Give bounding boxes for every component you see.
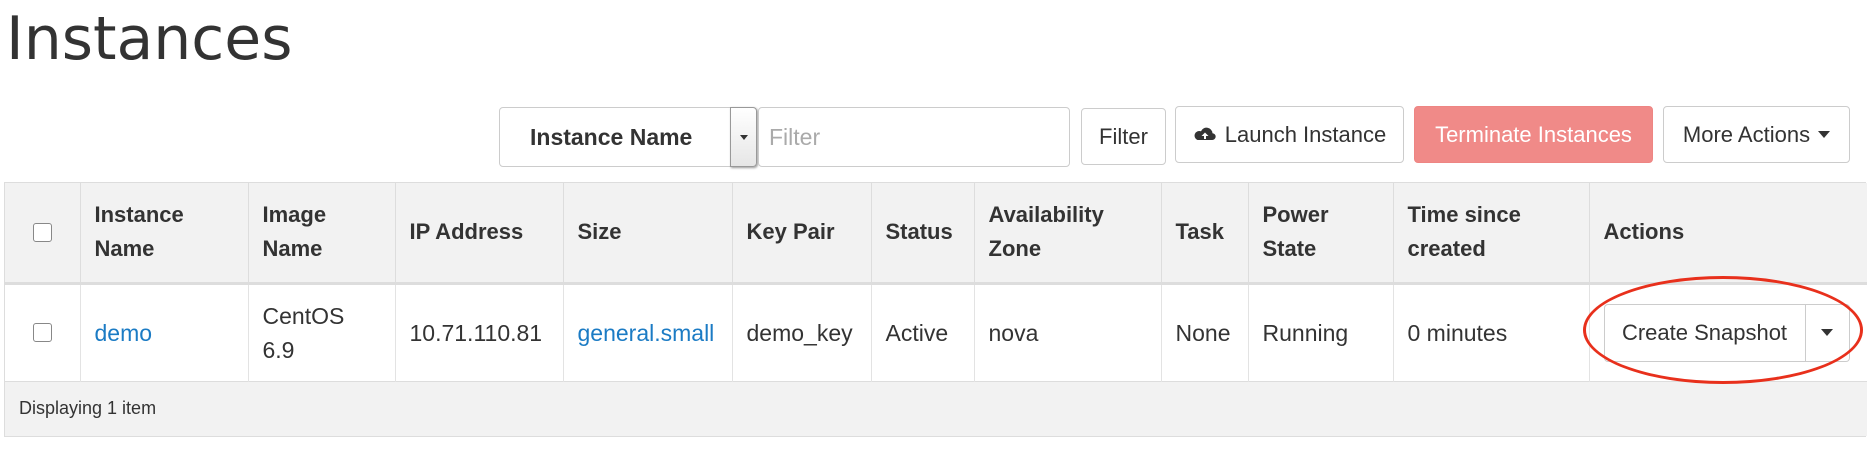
time-since-created-cell: 0 minutes xyxy=(1393,283,1590,381)
terminate-instances-button[interactable]: Terminate Instances xyxy=(1414,106,1653,163)
column-header[interactable]: Status xyxy=(871,183,975,285)
column-header[interactable]: Size xyxy=(563,183,733,285)
filter-field-dropdown-toggle[interactable] xyxy=(730,107,757,167)
actions-cell: Create Snapshot xyxy=(1589,283,1867,381)
launch-instance-button[interactable]: Launch Instance xyxy=(1175,106,1404,163)
ip-address-cell: 10.71.110.81 xyxy=(395,283,564,381)
availability-zone-cell: nova xyxy=(974,283,1162,381)
size-link[interactable]: general.small xyxy=(578,320,715,346)
caret-down-icon xyxy=(1821,329,1833,336)
more-actions-button[interactable]: More Actions xyxy=(1663,106,1850,163)
row-select-cell xyxy=(5,283,81,381)
status-cell: Active xyxy=(871,283,975,381)
column-header[interactable]: Time since created xyxy=(1393,183,1590,285)
caret-down-icon xyxy=(739,134,748,140)
toolbar: Instance Name Filter Launch Instance Ter… xyxy=(0,0,1870,180)
image-name-cell: CentOS 6.9 xyxy=(248,283,396,381)
instance-name-cell: demo xyxy=(80,283,249,381)
task-cell: None xyxy=(1161,283,1249,381)
column-header[interactable]: IP Address xyxy=(395,183,564,285)
instances-table: Instance Name Image Name IP Address Size… xyxy=(4,182,1867,437)
table-footer-count: Displaying 1 item xyxy=(5,380,1867,436)
filter-button-label: Filter xyxy=(1099,123,1148,149)
filter-field-select[interactable]: Instance Name xyxy=(499,107,757,167)
launch-instance-label: Launch Instance xyxy=(1224,121,1387,147)
page: Instances Instance Name Filter Launch In… xyxy=(0,0,1870,464)
table-footer-row: Displaying 1 item xyxy=(5,380,1867,436)
more-actions-label: More Actions xyxy=(1682,121,1811,147)
column-header[interactable]: Availability Zone xyxy=(974,183,1162,285)
column-header[interactable]: Key Pair xyxy=(732,183,872,285)
table-row: demo CentOS 6.9 10.71.110.81 general.sma… xyxy=(5,283,1867,381)
cloud-upload-icon xyxy=(1194,127,1216,140)
row-action-group: Create Snapshot xyxy=(1603,303,1850,362)
select-all-checkbox[interactable] xyxy=(32,222,52,242)
size-cell: general.small xyxy=(563,283,733,381)
power-state-cell: Running xyxy=(1248,283,1394,381)
column-header[interactable]: Image Name xyxy=(248,183,396,285)
instance-name-link[interactable]: demo xyxy=(95,320,153,346)
row-actions-dropdown-toggle[interactable] xyxy=(1805,303,1850,362)
row-select-checkbox[interactable] xyxy=(32,323,52,342)
column-header[interactable]: Power State xyxy=(1248,183,1394,285)
select-all-cell xyxy=(5,183,81,285)
column-header: Actions xyxy=(1589,183,1867,285)
caret-down-icon xyxy=(1818,131,1831,138)
column-header[interactable]: Task xyxy=(1161,183,1249,285)
filter-field-selected-label: Instance Name xyxy=(530,124,693,150)
table-header-row: Instance Name Image Name IP Address Size… xyxy=(5,183,1867,285)
filter-input[interactable] xyxy=(758,107,1070,167)
column-header[interactable]: Instance Name xyxy=(80,183,249,285)
filter-button[interactable]: Filter xyxy=(1081,108,1166,165)
create-snapshot-button[interactable]: Create Snapshot xyxy=(1603,303,1806,362)
key-pair-cell: demo_key xyxy=(732,283,872,381)
terminate-instances-label: Terminate Instances xyxy=(1435,121,1632,147)
